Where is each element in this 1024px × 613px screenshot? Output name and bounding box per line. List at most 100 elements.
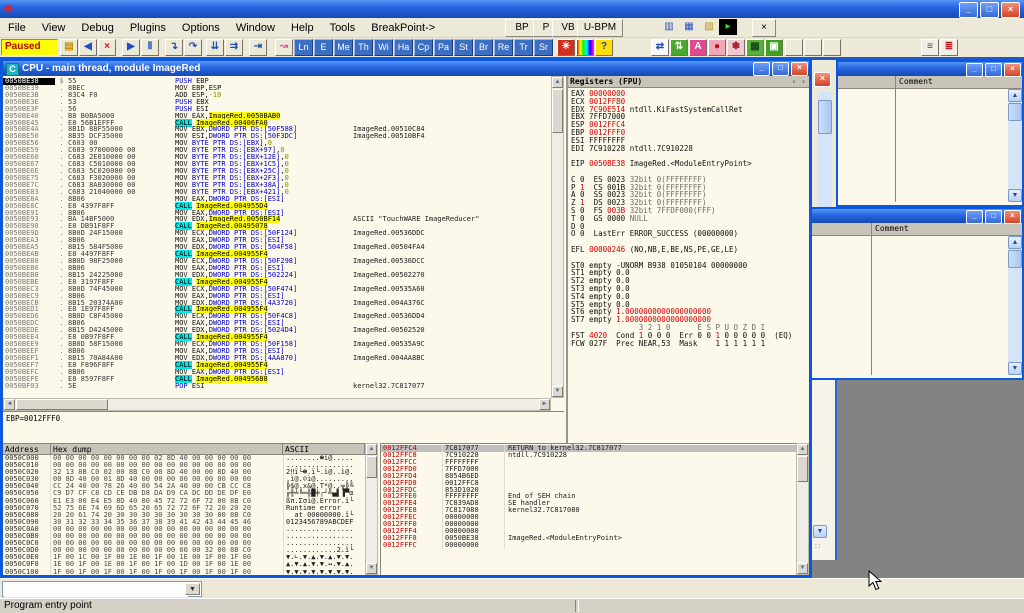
column-header-blank[interactable] (838, 76, 896, 88)
scroll-thumb[interactable] (552, 89, 563, 133)
scroll-up-icon[interactable]: ▲ (797, 444, 808, 455)
scrollbar[interactable]: ▲ ▼ (1008, 236, 1022, 375)
comment-window-1-body[interactable]: ▲ ▼ (838, 89, 1022, 202)
resize-grip[interactable]: ∷ (815, 542, 820, 551)
cpu-window-titlebar[interactable]: CCPU - main thread, module ImageRed _ □ … (3, 61, 809, 76)
disassembly-hscrollbar[interactable]: ◄ ► (3, 398, 551, 411)
disasm-row[interactable]: 0050BE38$55PUSH EBP (3, 78, 551, 85)
step-into-icon[interactable]: ↴ (165, 39, 183, 56)
options-gear-icon[interactable]: ✳ (557, 39, 575, 56)
scroll-right-icon[interactable]: ► (539, 399, 550, 410)
scroll-left-icon[interactable]: ◄ (4, 399, 15, 410)
pane-button-re[interactable]: Re (494, 39, 513, 56)
scroll-thumb[interactable] (1008, 103, 1022, 121)
scroll-thumb[interactable] (16, 399, 108, 410)
registers-header-buttons[interactable]: ‹ ‹ (792, 76, 806, 87)
scroll-up-icon[interactable]: ▲ (552, 77, 563, 88)
maximize-button[interactable]: □ (980, 2, 999, 18)
scroll-down-icon[interactable]: ▼ (366, 563, 377, 574)
dump-row[interactable]: 0050C1001F 00 1F 00 1F 00 1F 00 1F 00 1F… (3, 569, 365, 576)
window-icon[interactable]: ▣ (765, 39, 783, 56)
copy-icon[interactable]: ▥ (660, 19, 678, 35)
animate-over-icon[interactable]: ⇉ (225, 39, 243, 56)
disassembly-pane[interactable]: 0050BE38$55PUSH EBP0050BE39.8BECMOV EBP,… (3, 76, 551, 398)
open-file-icon[interactable]: ▤ (60, 39, 78, 56)
stack-row[interactable]: 0012FFDC853D1020 (381, 487, 796, 494)
trace-icon[interactable]: ✽ (727, 39, 745, 56)
scroll-down-icon[interactable]: ▼ (813, 525, 827, 538)
stack-row[interactable]: 0012FFE87C817080kernel32.7C817080 (381, 507, 796, 514)
register-line[interactable]: EDI 7C910228 ntdll.7C910228 (568, 145, 809, 153)
minimize-button[interactable]: _ (966, 210, 983, 224)
scroll-up-icon[interactable]: ▲ (366, 444, 377, 455)
stack-row[interactable]: 0012FFC47C817077RETURN to kernel32.7C817… (381, 445, 796, 452)
log-list-icon[interactable]: ≡ (921, 39, 939, 56)
scroll-thumb[interactable] (366, 456, 377, 478)
close-icon[interactable]: × (1004, 210, 1021, 224)
command-input[interactable] (4, 583, 188, 597)
command-combobox[interactable]: ▼ (2, 581, 202, 597)
record-icon[interactable]: ● (708, 39, 726, 56)
appearance-icon[interactable] (576, 39, 594, 56)
stack-row[interactable]: 0012FFD48054B6ED (381, 473, 796, 480)
register-line[interactable]: FCW 027F Prec NEAR,53 Mask 1 1 1 1 1 1 (568, 340, 809, 348)
pane-button-me[interactable]: Me (334, 39, 353, 56)
minimize-button[interactable]: _ (959, 2, 978, 18)
dump-vscrollbar[interactable]: ▲ ▼ (365, 443, 378, 575)
combobox-dropdown-icon[interactable]: ▼ (185, 583, 200, 595)
help-icon[interactable]: ? (595, 39, 613, 56)
maximize-button[interactable]: □ (985, 210, 1002, 224)
disasm-row[interactable]: 0050BE3B.83C4 F0ADD ESP,-10 (3, 92, 551, 99)
assemble-icon[interactable]: A (689, 39, 707, 56)
scroll-down-icon[interactable]: ▼ (797, 563, 808, 574)
hex-dump-pane[interactable]: Address Hex dump ASCII 0050C00000 00 00 … (3, 443, 365, 575)
scroll-up-icon[interactable]: ▲ (1008, 89, 1022, 102)
pane-button-th[interactable]: Th (354, 39, 373, 56)
stack-row[interactable]: 0012FFF000000000 (381, 521, 796, 528)
pane-button-e[interactable]: E (314, 39, 333, 56)
disasm-row[interactable]: 0050BE3E.53PUSH EBX (3, 99, 551, 106)
scroll-thumb[interactable] (1008, 250, 1022, 268)
stack-vscrollbar[interactable]: ▲ ▼ (796, 443, 809, 575)
stack-row[interactable]: 0012FFE47C839AD8SE handler (381, 500, 796, 507)
pause-icon[interactable]: Ⅱ (141, 39, 159, 56)
disabled-button[interactable] (785, 39, 803, 56)
scroll-thumb[interactable] (797, 456, 808, 482)
pane-button-pa[interactable]: Pa (434, 39, 453, 56)
stack-row[interactable]: 0012FFF80050BE38ImageRed.<ModuleEntryPoi… (381, 535, 796, 542)
disabled-button[interactable] (823, 39, 841, 56)
stack-pane[interactable]: 0012FFC47C817077RETURN to kernel32.7C817… (380, 443, 796, 575)
stack-row[interactable]: 0012FFCCFFFFFFFF (381, 459, 796, 466)
register-line[interactable]: EIP 0050BE38 ImageRed.<ModuleEntryPoint> (568, 160, 809, 168)
stack-row[interactable]: 0012FFD07FFD7000 (381, 466, 796, 473)
register-line[interactable]: O 0 LastErr ERROR_SUCCESS (00000000) (568, 230, 809, 238)
stack-row[interactable]: 0012FFFC00000000 (381, 542, 796, 549)
pane-button-tr[interactable]: Tr (514, 39, 533, 56)
pane-button-sr[interactable]: Sr (534, 39, 553, 56)
pane-button-st[interactable]: St (454, 39, 473, 56)
register-line[interactable]: EFL 00000246 (NO,NB,E,BE,NS,PE,GE,LE) (568, 246, 809, 254)
comment-window-2-body[interactable]: ▲ ▼ (812, 236, 1022, 375)
scrollbar[interactable]: ▲ ▼ (1008, 89, 1022, 202)
minimize-button[interactable]: _ (753, 62, 770, 76)
maximize-button[interactable]: □ (985, 63, 1002, 77)
sliver-scrollbar[interactable] (818, 92, 832, 207)
registers-header[interactable]: Registers (FPU) ‹ ‹ (568, 76, 809, 88)
disabled-button[interactable] (804, 39, 822, 56)
minimize-button[interactable]: _ (966, 63, 983, 77)
registers-pane[interactable]: Registers (FPU) ‹ ‹ EAX 00000000ECX 0012… (566, 76, 809, 443)
pane-button-ha[interactable]: Ha (394, 39, 413, 56)
menu-button-u-bpm[interactable]: U-BPM (577, 19, 623, 37)
pane-button-wi[interactable]: Wi (374, 39, 393, 56)
step-over-icon[interactable]: ↷ (184, 39, 202, 56)
maximize-button[interactable]: □ (772, 62, 789, 76)
execute-till-return-icon[interactable]: ⇥ (249, 39, 267, 56)
memory-map-icon[interactable]: ▦ (746, 39, 764, 56)
scroll-down-icon[interactable]: ▼ (552, 386, 563, 397)
pane-button-ln[interactable]: Ln (294, 39, 313, 56)
save-icon[interactable]: ▦ (680, 19, 698, 35)
close-button[interactable]: × (1001, 2, 1020, 18)
go-to-address-icon[interactable]: ↝ (275, 39, 293, 56)
run-icon[interactable]: ▶ (122, 39, 140, 56)
notes-list-icon[interactable]: ≣ (940, 39, 958, 56)
